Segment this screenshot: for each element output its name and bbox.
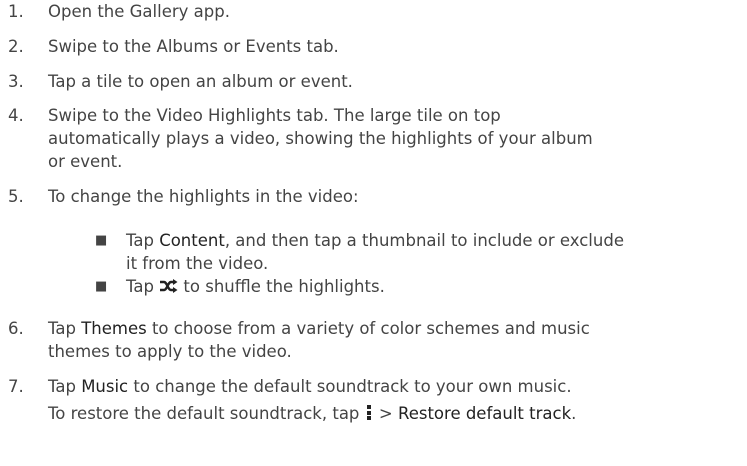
themes-label: Themes <box>81 319 147 338</box>
step-text-line-1: Swipe to the Video Highlights tab. The l… <box>48 106 501 125</box>
note-text-post: . <box>571 404 577 423</box>
step-text: Tap a tile to open an album or event. <box>48 72 353 91</box>
step-text: Tap Music to change the default soundtra… <box>48 375 738 398</box>
note-separator: > <box>373 404 398 423</box>
step-number: 4. <box>8 106 24 125</box>
step-text-line-2: themes to apply to the video. <box>48 342 292 361</box>
bullet-text-post: , and then tap a thumbnail to include or… <box>224 231 624 250</box>
bullet-text-pre: Tap <box>126 277 160 296</box>
bullet-text-pre: Tap <box>126 231 160 250</box>
step-number: 6. <box>8 319 24 338</box>
step-text: Swipe to the Albums or Events tab. <box>48 37 339 56</box>
step-text: To change the highlights in the video: <box>48 187 359 206</box>
music-label: Music <box>81 377 129 396</box>
step-text-pre: Tap <box>48 319 82 338</box>
step-text: Tap Themes to choose from a variety of c… <box>48 317 738 340</box>
restore-note: To restore the default soundtrack, tap >… <box>48 402 743 425</box>
step-number: 1. <box>8 2 24 21</box>
menu-icon <box>365 404 374 422</box>
bullet-marker: ■ <box>95 233 108 248</box>
step-number: 2. <box>8 37 24 56</box>
step-text-pre: Tap <box>48 377 82 396</box>
step-number: 5. <box>8 187 24 206</box>
step-text-line-2: automatically plays a video, showing the… <box>48 129 593 148</box>
step-text-post: to choose from a variety of color scheme… <box>146 319 590 338</box>
content-label: Content <box>159 231 225 250</box>
note-text-pre: To restore the default soundtrack, tap <box>48 404 365 423</box>
bullet-text-post: to shuffle the highlights. <box>178 277 385 296</box>
bullet-text-line-2: it from the video. <box>126 254 269 273</box>
step-number: 7. <box>8 377 24 396</box>
bullet-marker: ■ <box>95 279 108 294</box>
shuffle-icon <box>159 276 178 293</box>
step-text: Open the Gallery app. <box>48 2 230 21</box>
bullet-text: Tap Content, and then tap a thumbnail to… <box>126 229 740 252</box>
instructions-page: 1. Open the Gallery app. 2. Swipe to the… <box>0 0 747 466</box>
step-text-post: to change the default soundtrack to your… <box>128 377 572 396</box>
step-text-line-3: or event. <box>48 152 123 171</box>
bullet-text: Tap to shuffle the highlights. <box>126 275 740 298</box>
restore-default-track-label: Restore default track <box>397 404 572 423</box>
step-number: 3. <box>8 72 24 91</box>
